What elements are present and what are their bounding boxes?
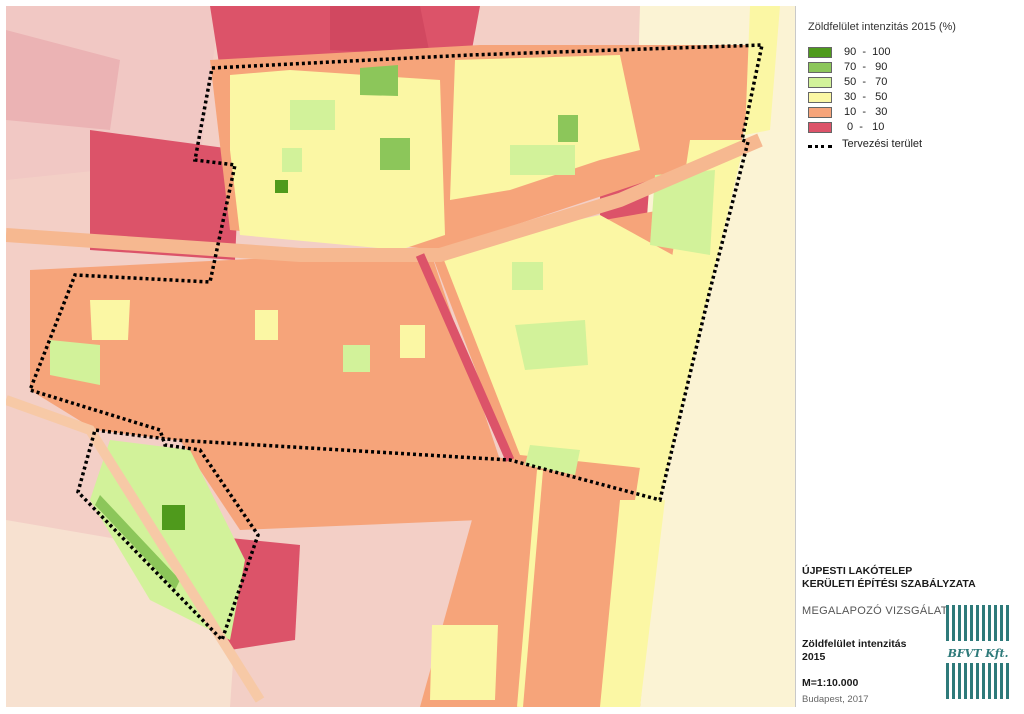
- legend-range: 0 - 10: [844, 121, 885, 133]
- map-scale: M=1:10.000: [802, 677, 859, 689]
- legend-swatch: [808, 106, 832, 118]
- legend-swatch: [808, 76, 832, 88]
- green-east-1: [515, 320, 588, 370]
- legend-swatch: [808, 46, 832, 58]
- legend-panel: Zöldfelület intenzitás 2015 (%) 90 - 100…: [795, 6, 1019, 707]
- legend-item: 90 - 100: [808, 45, 890, 59]
- plan-title-line2: KERÜLETI ÉPÍTÉSI SZABÁLYZATA: [802, 578, 976, 590]
- legend-item: 50 - 70: [808, 75, 887, 89]
- plan-title-line1: ÚJPESTI LAKÓTELEP: [802, 565, 913, 577]
- green-north-1: [290, 100, 335, 130]
- legend-swatch: [808, 121, 832, 133]
- logo-text: BFVT Kft.: [947, 647, 1009, 660]
- legend-boundary-label: Tervezési terület: [842, 138, 923, 150]
- map-view[interactable]: [6, 6, 795, 707]
- area-north-yellow: [230, 70, 445, 250]
- legend-swatch: [808, 61, 832, 73]
- green-north-2: [282, 148, 302, 172]
- block-yellow-2: [255, 310, 278, 340]
- legend-boundary-symbol: [808, 145, 832, 148]
- block-yellow-3: [400, 325, 425, 358]
- company-logo: BFVT Kft.: [944, 603, 1012, 701]
- legend-item: 0 - 10: [808, 120, 884, 134]
- green-dark-1: [162, 505, 185, 530]
- legend-range: 70 - 90: [844, 61, 888, 73]
- legend-range: 30 - 50: [844, 91, 888, 103]
- legend-title: Zöldfelület intenzitás 2015 (%): [808, 21, 956, 33]
- green-east-3: [512, 262, 543, 290]
- legend-swatch: [808, 91, 832, 103]
- legend-item: 70 - 90: [808, 60, 887, 74]
- plan-subtitle: MEGALAPOZÓ VIZSGÁLAT: [802, 605, 948, 617]
- block-yellow-1: [90, 300, 130, 340]
- green-north-3: [510, 145, 575, 175]
- green-medium-3: [558, 115, 578, 142]
- place-date: Budapest, 2017: [802, 694, 869, 705]
- map-title: Zöldfelület intenzitás 2015: [802, 638, 906, 664]
- legend-range: 90 - 100: [844, 46, 891, 58]
- green-medium-2: [380, 138, 410, 170]
- legend-range: 10 - 30: [844, 106, 888, 118]
- plan-title: ÚJPESTI LAKÓTELEP KERÜLETI ÉPÍTÉSI SZABÁ…: [802, 565, 976, 591]
- legend-range: 50 - 70: [844, 76, 888, 88]
- area-north-red-2: [330, 6, 430, 55]
- green-medium-1: [360, 65, 398, 96]
- map-title-line2: 2015: [802, 651, 826, 663]
- legend-item: 10 - 30: [808, 105, 887, 119]
- legend-item: 30 - 50: [808, 90, 887, 104]
- green-central-1: [343, 345, 370, 372]
- map-title-line1: Zöldfelület intenzitás: [802, 638, 907, 650]
- green-dark-2: [275, 180, 288, 193]
- block-yellow-4: [430, 625, 498, 700]
